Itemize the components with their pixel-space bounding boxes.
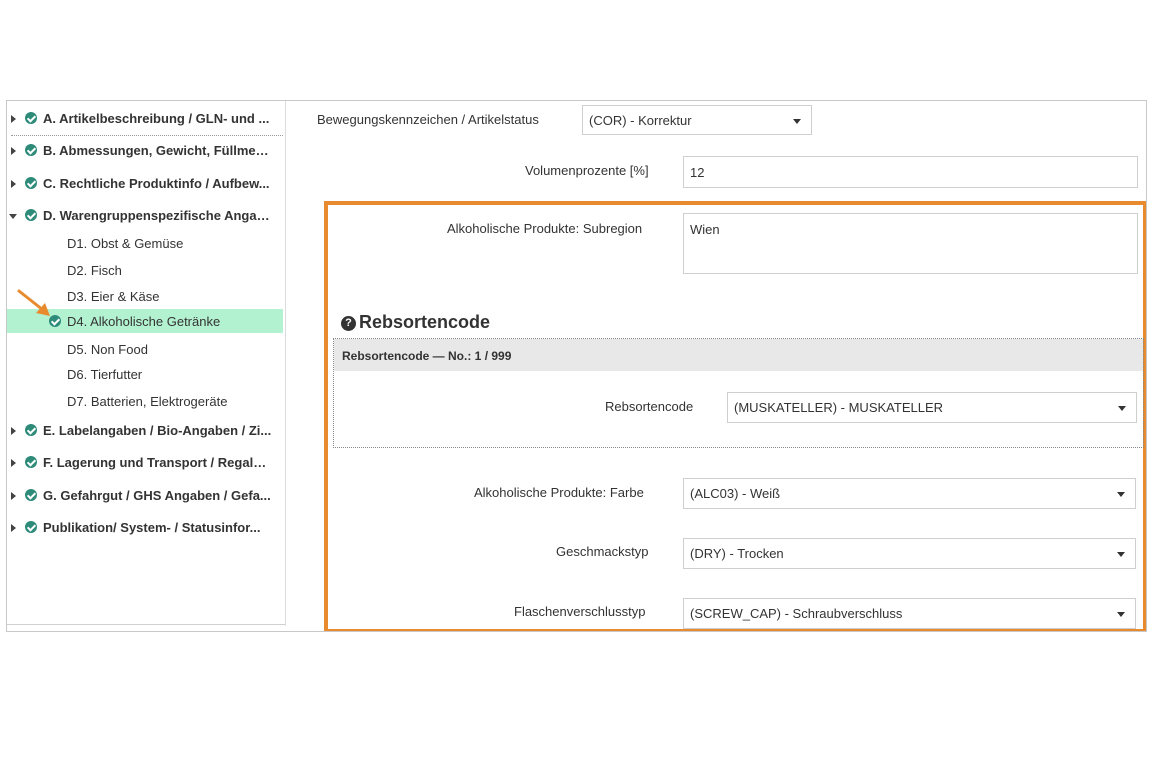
caret-right-icon[interactable]: [11, 459, 16, 467]
verschluss-value: (SCREW_CAP) - Schraubverschluss: [690, 606, 903, 621]
caret-right-icon[interactable]: [11, 427, 16, 435]
tree-section-f[interactable]: F. Lagerung und Transport / Regalei...: [7, 451, 285, 475]
tree-section-label: C. Rechtliche Produktinfo / Aufbew...: [43, 176, 270, 191]
app-frame: A. Artikelbeschreibung / GLN- und ... B.…: [6, 100, 1147, 632]
tree-section-e[interactable]: E. Labelangaben / Bio-Angaben / Zi...: [7, 419, 285, 443]
rebsortencode-select[interactable]: (MUSKATELLER) - MUSKATELLER: [727, 392, 1137, 423]
caret-right-icon[interactable]: [11, 524, 16, 532]
subitem-label: D2. Fisch: [67, 263, 122, 278]
subregion-label: Alkoholische Produkte: Subregion: [447, 221, 643, 236]
caret-right-icon[interactable]: [11, 115, 16, 123]
subitem-label: D3. Eier & Käse: [67, 289, 160, 304]
volume-input[interactable]: 12: [683, 156, 1138, 188]
tree-section-label: A. Artikelbeschreibung / GLN- und ...: [43, 111, 270, 126]
verschluss-label: Flaschenverschlusstyp: [514, 604, 646, 619]
check-circle-icon: [25, 489, 37, 501]
tree-section-label: G. Gefahrgut / GHS Angaben / Gefa...: [43, 488, 271, 503]
annotation-arrow-icon: [17, 289, 50, 316]
subitem-label: D7. Batterien, Elektrogeräte: [67, 394, 228, 409]
subitem-label: D1. Obst & Gemüse: [67, 236, 184, 251]
status-label: Bewegungskennzeichen / Artikelstatus: [317, 112, 539, 127]
tree-section-publikation[interactable]: Publikation/ System- / Statusinfor...: [7, 516, 285, 540]
caret-down-icon[interactable]: [9, 214, 17, 219]
check-circle-icon: [25, 424, 37, 436]
subregion-value: Wien: [690, 222, 720, 237]
repeat-group-header: Rebsortencode — No.: 1 / 999: [334, 339, 1143, 371]
tree-subitem-d7[interactable]: D7. Batterien, Elektrogeräte: [7, 389, 283, 413]
volume-value: 12: [690, 165, 705, 180]
tree-section-label: E. Labelangaben / Bio-Angaben / Zi...: [43, 423, 272, 438]
tree-section-d[interactable]: D. Warengruppenspezifische Angab...: [7, 204, 285, 228]
caret-down-icon[interactable]: [1118, 406, 1126, 411]
caret-right-icon[interactable]: [11, 147, 16, 155]
subitem-label: D4. Alkoholische Getränke: [67, 314, 221, 329]
question-circle-icon[interactable]: ?: [341, 316, 356, 331]
caret-right-icon[interactable]: [11, 180, 16, 188]
sidebar-bottom-border: [7, 624, 285, 625]
repeat-group-header-text: Rebsortencode — No.: 1 / 999: [342, 349, 512, 363]
geschmack-value: (DRY) - Trocken: [690, 546, 784, 561]
tree-subitem-d2[interactable]: D2. Fisch: [7, 258, 283, 282]
tree-section-b[interactable]: B. Abmessungen, Gewicht, Füllmen...: [7, 139, 285, 163]
caret-right-icon[interactable]: [11, 492, 16, 500]
check-circle-icon: [25, 456, 37, 468]
rebsortencode-repeat-group: Rebsortencode — No.: 1 / 999 Rebsortenco…: [333, 338, 1144, 448]
check-circle-icon: [25, 521, 37, 533]
tree-section-label: F. Lagerung und Transport / Regalei...: [43, 455, 273, 470]
status-select[interactable]: (COR) - Korrektur: [582, 105, 812, 135]
tree-section-a[interactable]: A. Artikelbeschreibung / GLN- und ...: [7, 107, 285, 131]
volume-label: Volumenprozente [%]: [525, 163, 649, 178]
geschmack-label: Geschmackstyp: [556, 544, 649, 559]
tree-subitem-d6[interactable]: D6. Tierfutter: [7, 362, 283, 386]
tree-subitem-d1[interactable]: D1. Obst & Gemüse: [7, 231, 283, 255]
sidebar-tree: A. Artikelbeschreibung / GLN- und ... B.…: [7, 101, 286, 626]
caret-down-icon[interactable]: [1117, 492, 1125, 497]
rebsortencode-value: (MUSKATELLER) - MUSKATELLER: [734, 400, 944, 415]
caret-down-icon[interactable]: [1117, 552, 1125, 557]
check-circle-icon: [25, 177, 37, 189]
subitem-label: D6. Tierfutter: [67, 367, 143, 382]
tree-section-label: B. Abmessungen, Gewicht, Füllmen...: [43, 143, 273, 158]
status-value: (COR) - Korrektur: [589, 113, 692, 128]
check-circle-icon: [25, 112, 37, 124]
caret-down-icon[interactable]: [1117, 612, 1125, 617]
check-circle-icon: [25, 209, 37, 221]
tree-section-c[interactable]: C. Rechtliche Produktinfo / Aufbew...: [7, 172, 285, 196]
tree-subitem-d5[interactable]: D5. Non Food: [7, 337, 283, 361]
section-title-text: Rebsortencode: [359, 312, 491, 332]
farbe-value: (ALC03) - Weiß: [690, 486, 781, 501]
verschluss-select[interactable]: (SCREW_CAP) - Schraubverschluss: [683, 598, 1136, 629]
subregion-textarea[interactable]: Wien: [683, 213, 1138, 274]
geschmack-select[interactable]: (DRY) - Trocken: [683, 538, 1136, 569]
tree-section-label: D. Warengruppenspezifische Angab...: [43, 208, 273, 223]
divider: [11, 135, 283, 136]
rebsortencode-section-title: ? Rebsortencode: [341, 312, 490, 333]
rebsortencode-label: Rebsortencode: [605, 399, 694, 414]
caret-down-icon[interactable]: [793, 119, 801, 124]
tree-section-label: Publikation/ System- / Statusinfor...: [43, 520, 261, 535]
check-circle-icon: [25, 144, 37, 156]
subitem-label: D5. Non Food: [67, 342, 148, 357]
farbe-label: Alkoholische Produkte: Farbe: [474, 485, 644, 500]
farbe-select[interactable]: (ALC03) - Weiß: [683, 478, 1136, 509]
tree-section-g[interactable]: G. Gefahrgut / GHS Angaben / Gefa...: [7, 484, 285, 508]
